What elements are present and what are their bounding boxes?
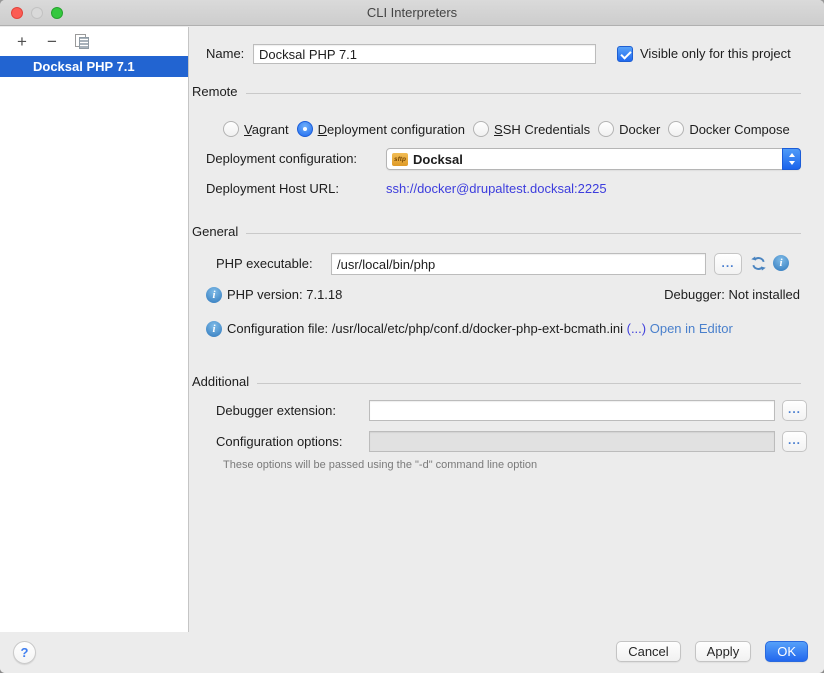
cancel-button[interactable]: Cancel (616, 641, 680, 662)
name-label: Name: (206, 44, 244, 64)
zoom-window-button[interactable] (51, 7, 63, 19)
radio-icon[interactable] (598, 121, 614, 137)
radio-docker-compose[interactable]: Docker Compose (668, 121, 789, 137)
debugger-extension-label: Debugger extension: (216, 401, 336, 421)
reload-phpinfo-icon[interactable] (750, 255, 767, 275)
window-title: CLI Interpreters (0, 0, 824, 25)
additional-section-header: Additional (192, 374, 801, 389)
debugger-status-text: Debugger: Not installed (664, 285, 800, 305)
ok-button[interactable]: OK (765, 641, 808, 662)
radio-deployment-configuration[interactable]: Deployment configuration (297, 121, 465, 137)
php-version-text: PHP version: 7.1.18 (227, 285, 342, 305)
radio-icon[interactable] (223, 121, 239, 137)
traffic-lights (11, 7, 63, 19)
radio-ssh-label: SSH Credentials (494, 122, 590, 137)
configuration-options-input[interactable] (369, 431, 775, 452)
name-input[interactable] (253, 44, 596, 64)
additional-section-label: Additional (192, 374, 249, 389)
deployment-host-url-label: Deployment Host URL: (206, 179, 339, 199)
visible-project-label: Visible only for this project (640, 44, 791, 64)
remote-type-radio-group: Vagrant Deployment configuration SSH Cre… (223, 120, 824, 138)
sidebar-toolbar: + − (0, 27, 188, 56)
show-phpinfo-icon[interactable] (773, 255, 789, 271)
footer-buttons: Cancel Apply OK (616, 641, 808, 662)
configuration-file-expand-link[interactable]: (...) (627, 321, 647, 336)
php-executable-label: PHP executable: (216, 254, 313, 274)
remote-section-header: Remote (192, 84, 801, 99)
radio-vagrant-label: Vagrant (244, 122, 289, 137)
php-executable-input[interactable] (331, 253, 706, 275)
radio-selected-icon[interactable] (297, 121, 313, 137)
remote-section-label: Remote (192, 84, 238, 99)
radio-vagrant[interactable]: Vagrant (223, 121, 289, 137)
section-divider (246, 93, 801, 94)
radio-docker-compose-label: Docker Compose (689, 122, 789, 137)
apply-button[interactable]: Apply (695, 641, 752, 662)
configuration-options-label: Configuration options: (216, 432, 342, 452)
remove-interpreter-button[interactable]: − (45, 34, 59, 50)
deployment-configuration-label: Deployment configuration: (206, 149, 357, 169)
settings-panel: Name: Visible only for this project Remo… (190, 27, 824, 632)
close-window-button[interactable] (11, 7, 23, 19)
open-in-editor-link[interactable]: Open in Editor (650, 321, 733, 336)
duplicate-interpreter-icon[interactable] (75, 34, 90, 49)
minimize-window-button (31, 7, 43, 19)
deployment-host-url-value: ssh://docker@drupaltest.docksal:2225 (386, 179, 607, 199)
radio-docker[interactable]: Docker (598, 121, 660, 137)
configuration-file-row: Configuration file: /usr/local/etc/php/c… (227, 319, 733, 339)
options-note: These options will be passed using the "… (223, 459, 537, 471)
general-section-label: General (192, 224, 238, 239)
info-icon (206, 321, 222, 337)
deployment-configuration-select[interactable]: sftp Docksal (386, 148, 801, 170)
general-section-header: General (192, 224, 801, 239)
help-button[interactable]: ? (13, 641, 36, 664)
radio-icon[interactable] (473, 121, 489, 137)
section-divider (246, 233, 801, 234)
radio-ssh-credentials[interactable]: SSH Credentials (473, 121, 590, 137)
sftp-icon: sftp (392, 153, 408, 166)
debugger-extension-input[interactable] (369, 400, 775, 421)
interpreter-list-item[interactable]: Docksal PHP 7.1 (0, 56, 188, 77)
radio-deployment-label: Deployment configuration (318, 122, 465, 137)
radio-docker-label: Docker (619, 122, 660, 137)
titlebar: CLI Interpreters (0, 0, 824, 26)
combo-stepper-icon[interactable] (782, 148, 801, 170)
dialog-footer: ? Cancel Apply OK (0, 632, 824, 673)
cli-interpreters-dialog: CLI Interpreters + − Docksal PHP 7.1 Nam… (0, 0, 824, 673)
radio-icon[interactable] (668, 121, 684, 137)
deployment-configuration-value: Docksal (413, 152, 463, 167)
configuration-file-text: Configuration file: /usr/local/etc/php/c… (227, 321, 623, 336)
configuration-options-browse-button[interactable]: ... (782, 431, 807, 452)
section-divider (257, 383, 801, 384)
php-executable-browse-button[interactable]: ... (714, 253, 742, 275)
info-icon (206, 287, 222, 303)
add-interpreter-button[interactable]: + (15, 34, 29, 50)
visible-project-checkbox[interactable] (617, 46, 633, 62)
debugger-extension-browse-button[interactable]: ... (782, 400, 807, 421)
checkbox-checked-icon[interactable] (617, 46, 633, 62)
interpreters-sidebar: + − Docksal PHP 7.1 (0, 27, 189, 632)
